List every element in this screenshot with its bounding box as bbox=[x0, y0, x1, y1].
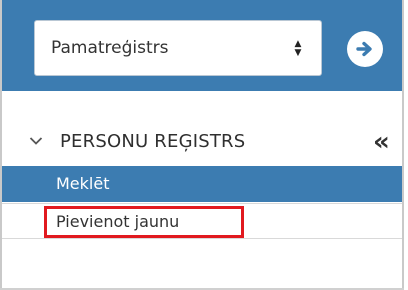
section-personu-registrs[interactable]: PERSONU REĢISTRS « bbox=[2, 124, 402, 164]
menu-item-label: Pievienot jaunu bbox=[56, 212, 180, 231]
sidebar-header: Pamatreģistrs ▲ ▼ bbox=[2, 0, 402, 91]
sidebar-panel: Pamatreģistrs ▲ ▼ PERSONU REĢISTRS « Mekl… bbox=[0, 0, 404, 290]
chevron-down-icon bbox=[29, 137, 43, 145]
registry-select[interactable]: Pamatreģistrs ▲ ▼ bbox=[34, 20, 322, 76]
go-button[interactable] bbox=[347, 31, 383, 67]
double-chevron-left-icon[interactable]: « bbox=[373, 127, 390, 157]
arrow-right-circle-icon bbox=[356, 41, 372, 57]
menu-item-meklet[interactable]: Meklēt bbox=[2, 166, 402, 202]
registry-select-value: Pamatreģistrs bbox=[51, 38, 169, 58]
menu-item-pievienot-jaunu[interactable]: Pievienot jaunu bbox=[2, 203, 402, 239]
menu-item-label: Meklēt bbox=[56, 174, 110, 193]
sort-caret-icon: ▲ ▼ bbox=[294, 39, 302, 58]
section-title: PERSONU REĢISTRS bbox=[60, 131, 246, 152]
